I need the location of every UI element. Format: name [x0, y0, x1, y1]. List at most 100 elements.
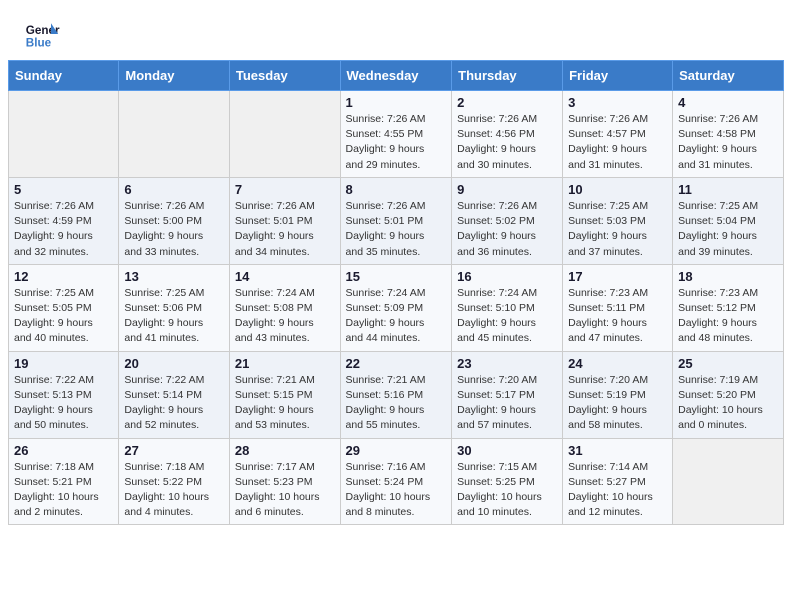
calendar-cell: 1Sunrise: 7:26 AMSunset: 4:55 PMDaylight… [340, 91, 452, 178]
calendar-cell: 28 Sunrise: 7:17 AMSunset: 5:23 PMDayligh… [229, 438, 340, 525]
day-info: Sunrise: 7:21 AMSunset: 5:16 PMDaylight:… [346, 373, 447, 434]
day-info: Sunrise: 7:19 AMSunset: 5:20 PMDaylight:… [678, 373, 778, 434]
weekday-header-wednesday: Wednesday [340, 61, 452, 91]
calendar-wrapper: SundayMondayTuesdayWednesdayThursdayFrid… [0, 60, 792, 533]
day-info: Sunrise: 7:22 AMSunset: 5:14 PMDaylight:… [124, 373, 224, 434]
day-number: 22 [346, 356, 447, 371]
day-info: Sunrise: 7:26 AMSunset: 5:02 PMDaylight:… [457, 199, 557, 260]
day-number: 5 [14, 182, 113, 197]
day-number: 27 [124, 443, 224, 458]
day-number: 8 [346, 182, 447, 197]
weekday-header-tuesday: Tuesday [229, 61, 340, 91]
day-number: 9 [457, 182, 557, 197]
logo-icon: General Blue [24, 16, 60, 52]
calendar-cell: 14 Sunrise: 7:24 AMSunset: 5:08 PMDayligh… [229, 264, 340, 351]
day-info: Sunrise: 7:24 AMSunset: 5:10 PMDaylight:… [457, 286, 557, 347]
day-number: 3 [568, 95, 667, 110]
day-number: 14 [235, 269, 335, 284]
day-info: Sunrise: 7:24 AMSunset: 5:09 PMDaylight:… [346, 286, 447, 347]
calendar-cell: 25Sunrise: 7:19 AMSunset: 5:20 PMDayligh… [673, 351, 784, 438]
day-number: 2 [457, 95, 557, 110]
day-number: 11 [678, 182, 778, 197]
day-number: 17 [568, 269, 667, 284]
day-number: 24 [568, 356, 667, 371]
weekday-header-sunday: Sunday [9, 61, 119, 91]
header: General Blue [0, 0, 792, 60]
calendar-cell: 23 Sunrise: 7:20 AMSunset: 5:17 PMDayligh… [452, 351, 563, 438]
day-number: 30 [457, 443, 557, 458]
weekday-header-thursday: Thursday [452, 61, 563, 91]
day-number: 18 [678, 269, 778, 284]
day-info: Sunrise: 7:14 AMSunset: 5:27 PMDaylight:… [568, 460, 667, 521]
day-info: Sunrise: 7:17 AMSunset: 5:23 PMDaylight:… [235, 460, 335, 521]
svg-text:Blue: Blue [26, 37, 52, 50]
day-info: Sunrise: 7:26 AMSunset: 5:00 PMDaylight:… [124, 199, 224, 260]
day-info: Sunrise: 7:26 AMSunset: 5:01 PMDaylight:… [235, 199, 335, 260]
weekday-header-saturday: Saturday [673, 61, 784, 91]
calendar-cell: 3 Sunrise: 7:26 AMSunset: 4:57 PMDaylight… [563, 91, 673, 178]
day-info: Sunrise: 7:25 AMSunset: 5:04 PMDaylight:… [678, 199, 778, 260]
logo: General Blue [24, 16, 60, 52]
calendar-cell: 21 Sunrise: 7:21 AMSunset: 5:15 PMDayligh… [229, 351, 340, 438]
calendar-cell [229, 91, 340, 178]
day-number: 12 [14, 269, 113, 284]
day-number: 4 [678, 95, 778, 110]
day-info: Sunrise: 7:22 AMSunset: 5:13 PMDaylight:… [14, 373, 113, 434]
day-number: 31 [568, 443, 667, 458]
day-number: 28 [235, 443, 335, 458]
calendar-cell: 29 Sunrise: 7:16 AMSunset: 5:24 PMDayligh… [340, 438, 452, 525]
calendar-cell [9, 91, 119, 178]
day-info: Sunrise: 7:25 AMSunset: 5:06 PMDaylight:… [124, 286, 224, 347]
calendar-cell: 15Sunrise: 7:24 AMSunset: 5:09 PMDayligh… [340, 264, 452, 351]
day-info: Sunrise: 7:18 AMSunset: 5:21 PMDaylight:… [14, 460, 113, 521]
day-info: Sunrise: 7:25 AMSunset: 5:05 PMDaylight:… [14, 286, 113, 347]
day-number: 29 [346, 443, 447, 458]
day-number: 7 [235, 182, 335, 197]
day-info: Sunrise: 7:20 AMSunset: 5:17 PMDaylight:… [457, 373, 557, 434]
day-number: 26 [14, 443, 113, 458]
day-info: Sunrise: 7:26 AMSunset: 4:56 PMDaylight:… [457, 112, 557, 173]
calendar-week-4: 19 Sunrise: 7:22 AMSunset: 5:13 PMDayligh… [9, 351, 784, 438]
calendar-cell: 30 Sunrise: 7:15 AMSunset: 5:25 PMDayligh… [452, 438, 563, 525]
day-info: Sunrise: 7:20 AMSunset: 5:19 PMDaylight:… [568, 373, 667, 434]
calendar-table: SundayMondayTuesdayWednesdayThursdayFrid… [8, 60, 784, 525]
day-info: Sunrise: 7:21 AMSunset: 5:15 PMDaylight:… [235, 373, 335, 434]
calendar-cell: 27 Sunrise: 7:18 AMSunset: 5:22 PMDayligh… [119, 438, 230, 525]
calendar-cell: 26 Sunrise: 7:18 AMSunset: 5:21 PMDayligh… [9, 438, 119, 525]
day-number: 16 [457, 269, 557, 284]
calendar-cell [673, 438, 784, 525]
calendar-cell: 31 Sunrise: 7:14 AMSunset: 5:27 PMDayligh… [563, 438, 673, 525]
calendar-cell: 8 Sunrise: 7:26 AMSunset: 5:01 PMDaylight… [340, 177, 452, 264]
day-number: 23 [457, 356, 557, 371]
calendar-cell [119, 91, 230, 178]
day-info: Sunrise: 7:26 AMSunset: 4:55 PMDaylight:… [346, 112, 447, 173]
calendar-cell: 2 Sunrise: 7:26 AMSunset: 4:56 PMDaylight… [452, 91, 563, 178]
weekday-header-monday: Monday [119, 61, 230, 91]
day-info: Sunrise: 7:24 AMSunset: 5:08 PMDaylight:… [235, 286, 335, 347]
calendar-body: 1Sunrise: 7:26 AMSunset: 4:55 PMDaylight… [9, 91, 784, 525]
day-info: Sunrise: 7:23 AMSunset: 5:12 PMDaylight:… [678, 286, 778, 347]
day-info: Sunrise: 7:26 AMSunset: 5:01 PMDaylight:… [346, 199, 447, 260]
day-info: Sunrise: 7:26 AMSunset: 4:57 PMDaylight:… [568, 112, 667, 173]
day-number: 6 [124, 182, 224, 197]
calendar-cell: 11 Sunrise: 7:25 AMSunset: 5:04 PMDayligh… [673, 177, 784, 264]
calendar-week-5: 26 Sunrise: 7:18 AMSunset: 5:21 PMDayligh… [9, 438, 784, 525]
day-info: Sunrise: 7:16 AMSunset: 5:24 PMDaylight:… [346, 460, 447, 521]
day-info: Sunrise: 7:18 AMSunset: 5:22 PMDaylight:… [124, 460, 224, 521]
calendar-cell: 24 Sunrise: 7:20 AMSunset: 5:19 PMDayligh… [563, 351, 673, 438]
calendar-cell: 20 Sunrise: 7:22 AMSunset: 5:14 PMDayligh… [119, 351, 230, 438]
calendar-cell: 12 Sunrise: 7:25 AMSunset: 5:05 PMDayligh… [9, 264, 119, 351]
calendar-cell: 19 Sunrise: 7:22 AMSunset: 5:13 PMDayligh… [9, 351, 119, 438]
day-info: Sunrise: 7:15 AMSunset: 5:25 PMDaylight:… [457, 460, 557, 521]
day-number: 20 [124, 356, 224, 371]
calendar-week-1: 1Sunrise: 7:26 AMSunset: 4:55 PMDaylight… [9, 91, 784, 178]
calendar-cell: 9 Sunrise: 7:26 AMSunset: 5:02 PMDaylight… [452, 177, 563, 264]
calendar-cell: 6 Sunrise: 7:26 AMSunset: 5:00 PMDaylight… [119, 177, 230, 264]
calendar-cell: 7 Sunrise: 7:26 AMSunset: 5:01 PMDaylight… [229, 177, 340, 264]
day-number: 21 [235, 356, 335, 371]
day-info: Sunrise: 7:26 AMSunset: 4:59 PMDaylight:… [14, 199, 113, 260]
day-number: 19 [14, 356, 113, 371]
calendar-cell: 5 Sunrise: 7:26 AMSunset: 4:59 PMDaylight… [9, 177, 119, 264]
calendar-cell: 18 Sunrise: 7:23 AMSunset: 5:12 PMDayligh… [673, 264, 784, 351]
day-number: 10 [568, 182, 667, 197]
